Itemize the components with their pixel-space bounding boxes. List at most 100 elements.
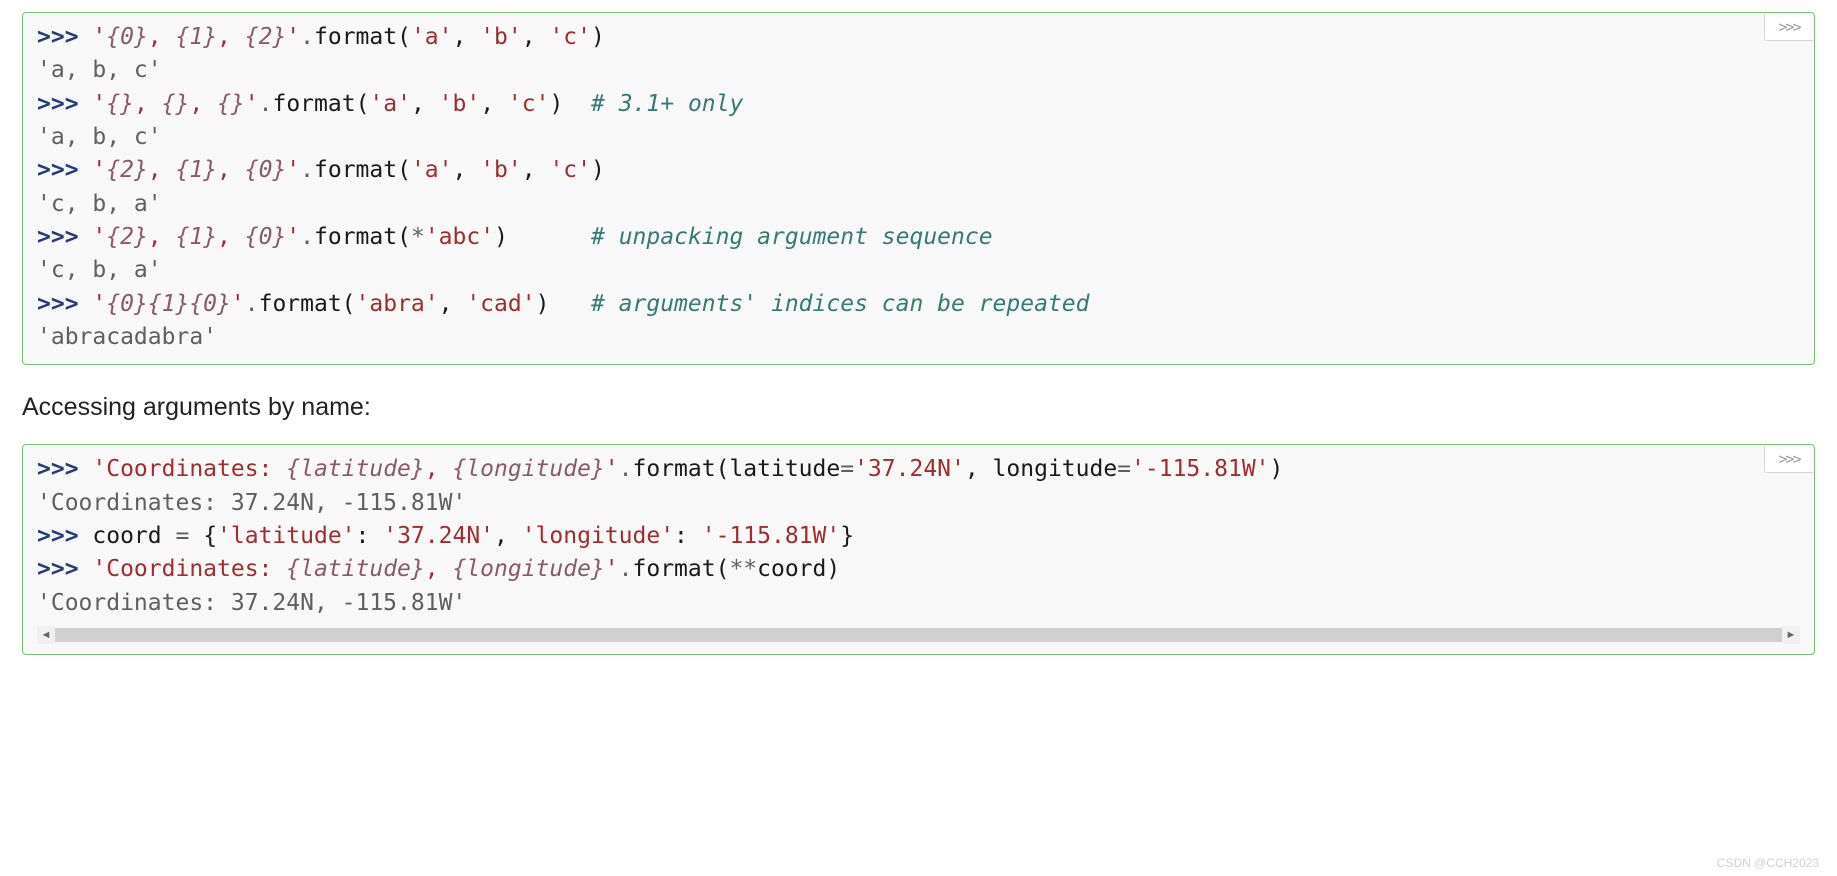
code-token-str: ' — [92, 24, 106, 50]
code-token-str: 'cad' — [466, 291, 535, 317]
code-token-op: . — [300, 224, 314, 250]
code-token-fmt: {0} — [245, 157, 287, 183]
code-token-output: 'a, b, c' — [37, 57, 162, 83]
code-token-fmt: {longitude} — [452, 556, 604, 582]
code-token-name: : — [674, 523, 702, 549]
code-block-1: >>> >>> '{0}, {1}, {2}'.format('a', 'b',… — [22, 12, 1815, 365]
code-block-2-content: >>> 'Coordinates: {latitude}, {longitude… — [37, 453, 1800, 620]
code-token-fmt: {2} — [106, 224, 148, 250]
code-token-prompt: >>> — [37, 157, 92, 183]
code-token-str: ' — [605, 556, 619, 582]
code-token-str: 'b' — [480, 157, 522, 183]
code-token-str: ' — [286, 157, 300, 183]
code-token-output: 'a, b, c' — [37, 124, 162, 150]
code-token-name: ) — [494, 224, 591, 250]
code-token-str: ' — [92, 224, 106, 250]
code-token-name: ) — [549, 91, 591, 117]
code-token-prompt: >>> — [37, 556, 92, 582]
code-token-str: '-115.81W' — [1131, 456, 1269, 482]
code-token-fmt: {2} — [106, 157, 148, 183]
code-token-output: 'c, b, a' — [37, 191, 162, 217]
code-token-op: . — [259, 91, 273, 117]
code-token-str: 'b' — [480, 24, 522, 50]
code-token-str: , — [148, 224, 176, 250]
code-token-name: , longitude — [965, 456, 1117, 482]
code-token-fmt: {latitude} — [286, 556, 424, 582]
code-token-fmt: {} — [162, 91, 190, 117]
code-token-str: '37.24N' — [383, 523, 494, 549]
code-token-name: coord) — [757, 556, 840, 582]
code-token-op: = — [1117, 456, 1131, 482]
code-token-str: ' — [286, 24, 300, 50]
code-token-str: , — [217, 224, 245, 250]
code-token-name: format( — [314, 224, 411, 250]
code-token-name: } — [840, 523, 854, 549]
code-token-str: , — [425, 556, 453, 582]
code-token-fmt: {longitude} — [452, 456, 604, 482]
code-token-op: * — [411, 224, 425, 250]
code-token-op: . — [619, 456, 633, 482]
code-token-name: , — [411, 91, 439, 117]
code-token-op: . — [300, 24, 314, 50]
code-token-str: 'longitude' — [522, 523, 674, 549]
code-token-str: '37.24N' — [854, 456, 965, 482]
code-token-str: ' — [92, 157, 106, 183]
code-token-output: 'Coordinates: 37.24N, -115.81W' — [37, 490, 466, 516]
code-token-name: , — [522, 157, 550, 183]
horizontal-scrollbar[interactable]: ◄ ► — [37, 626, 1800, 644]
code-block-1-content: >>> '{0}, {1}, {2}'.format('a', 'b', 'c'… — [37, 21, 1800, 354]
code-token-fmt: {latitude} — [286, 456, 424, 482]
code-token-fmt: {1} — [176, 224, 218, 250]
code-token-name: format( — [272, 91, 369, 117]
code-token-op: . — [245, 291, 259, 317]
code-token-fmt: {2} — [245, 24, 287, 50]
watermark: CSDN @CCH2023 — [1717, 856, 1819, 870]
code-token-fmt: {} — [106, 91, 134, 117]
code-token-name: ) — [591, 24, 605, 50]
scroll-right-arrow[interactable]: ► — [1782, 626, 1800, 644]
code-token-str: , — [134, 91, 162, 117]
scroll-left-arrow[interactable]: ◄ — [37, 626, 55, 644]
code-token-name: format( — [314, 157, 411, 183]
code-token-op: = — [840, 456, 854, 482]
code-token-prompt: >>> — [37, 456, 92, 482]
code-token-prompt: >>> — [37, 24, 92, 50]
code-token-name: , — [522, 24, 550, 50]
code-token-output: 'abracadabra' — [37, 324, 217, 350]
code-token-output: 'Coordinates: 37.24N, -115.81W' — [37, 590, 466, 616]
code-token-str: 'a' — [411, 24, 453, 50]
code-token-str: 'a' — [411, 157, 453, 183]
code-token-name: , — [439, 291, 467, 317]
code-token-fmt: {0}{1}{0} — [106, 291, 231, 317]
code-token-comment: # arguments' indices can be repeated — [591, 291, 1090, 317]
code-token-fmt: {0} — [245, 224, 287, 250]
code-token-str: , — [217, 24, 245, 50]
code-token-name: ) — [1270, 456, 1284, 482]
code-token-str: ' — [245, 91, 259, 117]
code-token-str: , — [217, 157, 245, 183]
code-token-fmt: {0} — [106, 24, 148, 50]
code-token-op: . — [619, 556, 633, 582]
code-token-str: 'c' — [508, 91, 550, 117]
code-token-name: , — [453, 24, 481, 50]
code-token-str: ' — [92, 291, 106, 317]
code-token-str: 'c' — [549, 157, 591, 183]
code-token-op: ** — [729, 556, 757, 582]
code-token-str: ' — [286, 224, 300, 250]
code-token-name: , — [453, 157, 481, 183]
run-prompt-badge[interactable]: >>> — [1764, 14, 1813, 41]
code-token-str: 'abc' — [425, 224, 494, 250]
run-prompt-badge[interactable]: >>> — [1764, 446, 1813, 473]
code-token-prompt: >>> — [37, 91, 92, 117]
code-token-str: 'b' — [439, 91, 481, 117]
code-token-str: , — [148, 157, 176, 183]
scroll-track[interactable] — [55, 628, 1782, 642]
code-token-comment: # 3.1+ only — [591, 91, 743, 117]
code-token-str: 'latitude' — [217, 523, 355, 549]
code-token-str: 'Coordinates: — [92, 456, 286, 482]
code-token-str: 'a' — [369, 91, 411, 117]
code-token-name: : — [356, 523, 384, 549]
code-token-comment: # unpacking argument sequence — [591, 224, 993, 250]
code-token-prompt: >>> — [37, 291, 92, 317]
code-token-str: 'c' — [549, 24, 591, 50]
